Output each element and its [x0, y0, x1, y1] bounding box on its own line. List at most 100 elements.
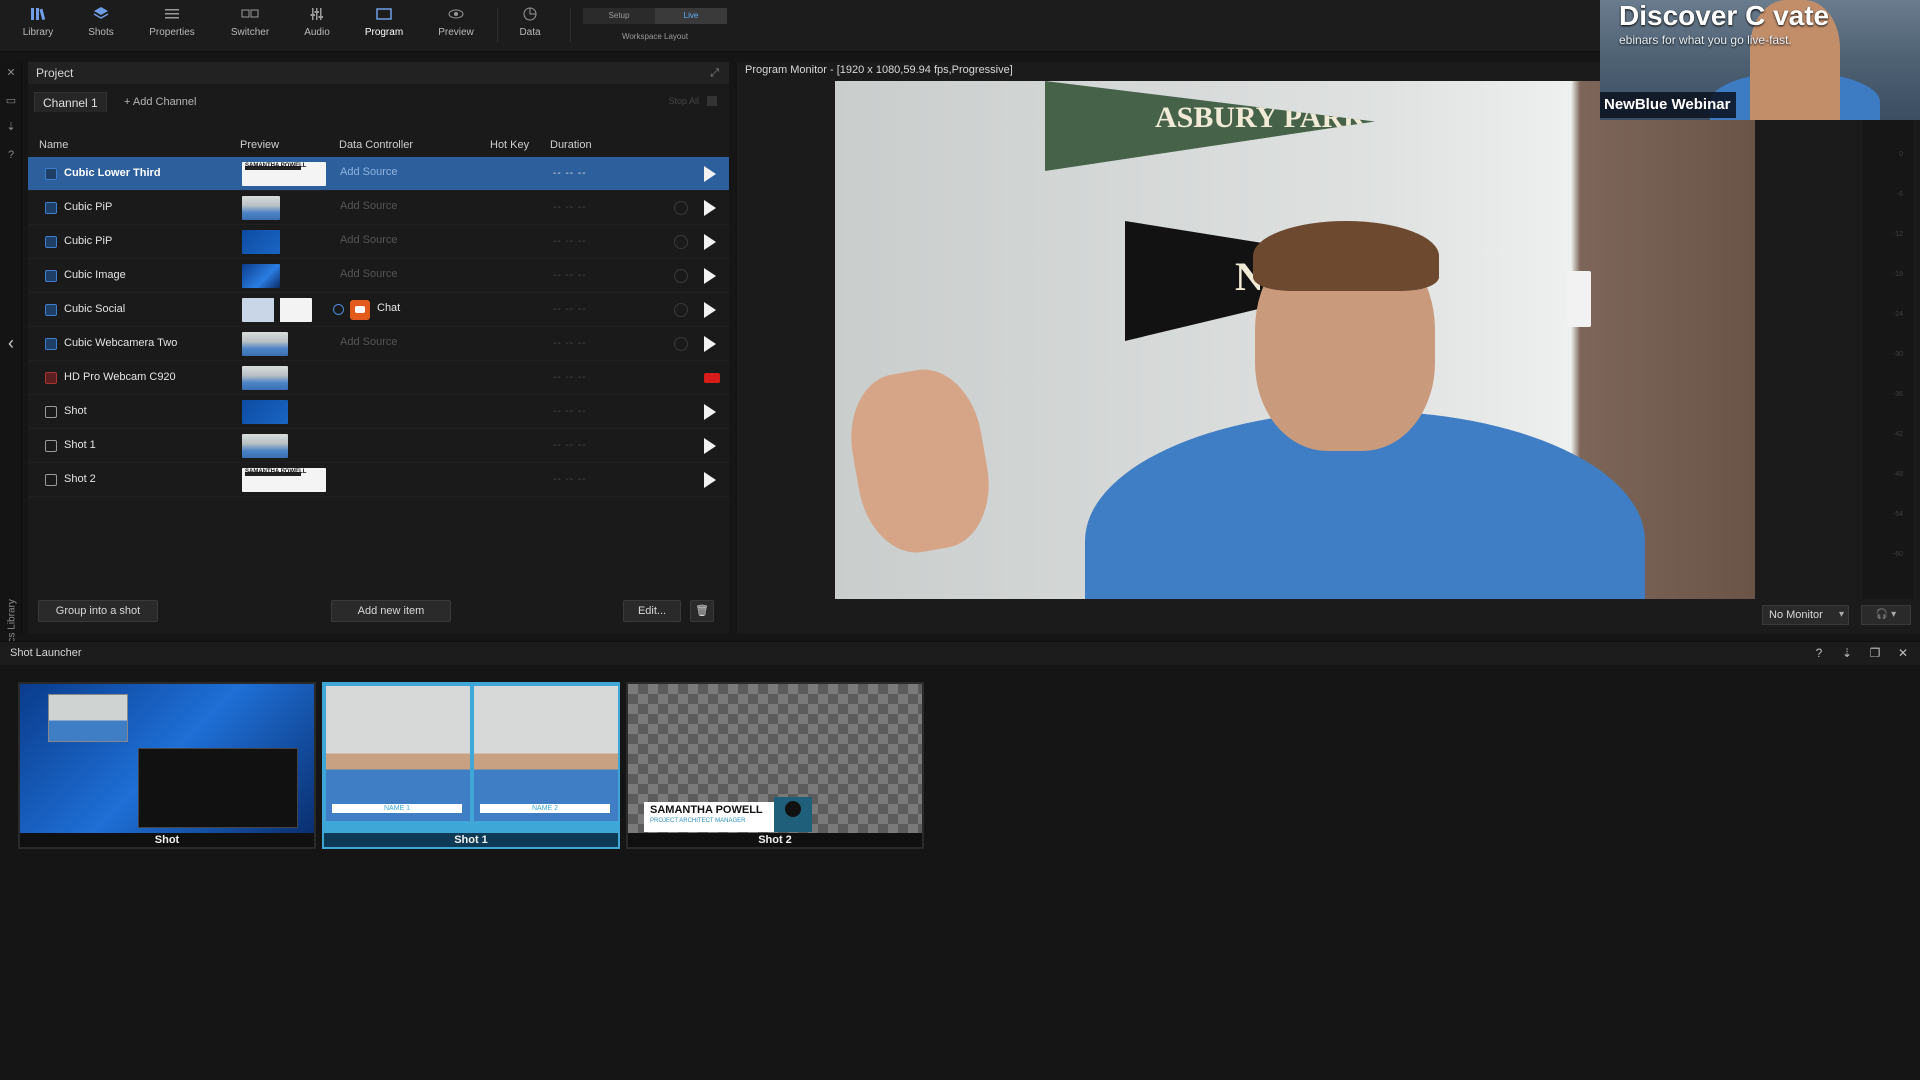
- item-preview-thumbnail: SAMANTHA POWELL: [242, 468, 326, 492]
- play-icon[interactable]: [704, 268, 716, 284]
- shot-card[interactable]: Shot: [18, 682, 316, 849]
- avatar: [774, 797, 812, 832]
- item-preview-thumbnail: [242, 298, 312, 322]
- item-preview-thumbnail: [242, 196, 280, 220]
- pin-icon[interactable]: ⇣: [4, 120, 18, 134]
- pin-icon[interactable]: ⤢: [710, 62, 719, 84]
- item-duration: -- -- --: [553, 304, 587, 315]
- play-icon[interactable]: [704, 166, 716, 182]
- table-row[interactable]: Cubic Webcamera Two Add Source -- -- --: [28, 327, 729, 361]
- table-row[interactable]: Shot 2 SAMANTHA POWELL -- -- --: [28, 463, 729, 497]
- play-icon[interactable]: [704, 302, 716, 318]
- table-row[interactable]: Cubic PiP Add Source -- -- --: [28, 191, 729, 225]
- shot-checkbox[interactable]: [45, 440, 57, 452]
- preview-name-text: SAMANTHA POWELL: [245, 469, 307, 475]
- properties-icon: [165, 9, 179, 19]
- shot-checkbox[interactable]: [45, 406, 57, 418]
- data-icon: [523, 7, 537, 21]
- table-row[interactable]: Cubic Social Chat -- -- --: [28, 293, 729, 327]
- shot-card[interactable]: NAME 1 NAME 2 Shot 1: [322, 682, 620, 849]
- library-icon: [31, 8, 46, 21]
- add-channel-button[interactable]: + Add Channel: [124, 96, 196, 108]
- toolbar-shots-button[interactable]: Shots: [66, 5, 136, 38]
- item-duration: -- -- --: [553, 236, 587, 247]
- live-camera-icon[interactable]: [704, 373, 720, 383]
- toolbar-program-button[interactable]: Program: [349, 5, 419, 38]
- toolbar-properties-button[interactable]: Properties: [137, 5, 207, 38]
- group-into-shot-button[interactable]: Group into a shot: [38, 600, 158, 622]
- toolbar-audio-button[interactable]: Audio: [282, 5, 352, 38]
- pin-icon[interactable]: ⇣: [1840, 646, 1854, 660]
- item-preview-thumbnail: [242, 434, 288, 458]
- delete-button[interactable]: 🗑: [690, 600, 714, 622]
- toolbar-preview-button[interactable]: Preview: [421, 5, 491, 38]
- add-new-item-button[interactable]: Add new item: [331, 600, 451, 622]
- close-icon[interactable]: ✕: [4, 66, 18, 80]
- left-rail: ✕ ▭ ⇣ ? ‹ Graphics Library: [0, 62, 22, 673]
- meter-tick: -12: [1892, 231, 1903, 238]
- webinar-camera-overlay: Discover C vate ebinars for what you go …: [1600, 0, 1920, 120]
- item-name: Shot: [64, 405, 87, 417]
- play-icon[interactable]: [704, 404, 716, 420]
- layout-live-option[interactable]: Live: [655, 8, 727, 24]
- play-icon[interactable]: [704, 438, 716, 454]
- restore-window-icon[interactable]: ❐: [1868, 646, 1882, 660]
- item-preview-thumbnail: [242, 400, 288, 424]
- chevron-left-icon[interactable]: ‹: [4, 334, 18, 352]
- headphone-select[interactable]: 🎧 ▾: [1861, 605, 1911, 625]
- play-icon[interactable]: [704, 234, 716, 250]
- toolbar-data-button[interactable]: Data: [495, 5, 565, 38]
- thumbnail-app-window: [138, 748, 298, 828]
- column-header-hot-key[interactable]: Hot Key: [490, 139, 529, 151]
- stop-all-button[interactable]: [707, 96, 717, 106]
- headphone-icon: 🎧 ▾: [1875, 609, 1897, 620]
- column-header-duration[interactable]: Duration: [550, 139, 592, 151]
- column-header-name[interactable]: Name: [39, 139, 68, 151]
- toolbar-shots-label: Shots: [88, 27, 114, 38]
- toolbar-audio-label: Audio: [304, 27, 330, 38]
- add-source-button[interactable]: Add Source: [340, 336, 397, 348]
- table-row[interactable]: Shot -- -- --: [28, 395, 729, 429]
- shot-card[interactable]: SAMANTHA POWELL PROJECT ARCHITECT MANAGE…: [626, 682, 924, 849]
- toolbar-preview-label: Preview: [438, 27, 474, 38]
- shot-launcher-title: Shot Launcher: [10, 647, 82, 659]
- item-preview-thumbnail: [242, 264, 280, 288]
- project-item-list: Cubic Lower Third SAMANTHA POWELL Add So…: [28, 157, 729, 497]
- play-icon[interactable]: [704, 200, 716, 216]
- data-source-label[interactable]: Chat: [377, 302, 400, 314]
- shot-launcher-header: Shot Launcher ? ⇣ ❐ ✕: [0, 641, 1920, 665]
- toolbar-switcher-button[interactable]: Switcher: [215, 5, 285, 38]
- add-source-button[interactable]: Add Source: [340, 200, 397, 212]
- project-panel-buttons: Group into a shot Add new item Edit... 🗑: [28, 600, 729, 626]
- add-source-button[interactable]: Add Source: [340, 234, 397, 246]
- layout-setup-option[interactable]: Setup: [583, 8, 655, 24]
- shot-checkbox[interactable]: [45, 474, 57, 486]
- table-row[interactable]: Shot 1 -- -- --: [28, 429, 729, 463]
- table-row[interactable]: Cubic Image Add Source -- -- --: [28, 259, 729, 293]
- table-row[interactable]: HD Pro Webcam C920 -- -- --: [28, 361, 729, 395]
- close-icon[interactable]: ✕: [1896, 646, 1910, 660]
- add-source-button[interactable]: Add Source: [340, 166, 397, 178]
- column-header-data-controller[interactable]: Data Controller: [339, 139, 413, 151]
- meter-tick: 0: [1899, 151, 1903, 158]
- program-icon: [376, 8, 392, 20]
- play-icon[interactable]: [704, 472, 716, 488]
- window-icon[interactable]: ▭: [4, 94, 18, 108]
- table-row[interactable]: Cubic PiP Add Source -- -- --: [28, 225, 729, 259]
- table-row[interactable]: Cubic Lower Third SAMANTHA POWELL Add So…: [28, 157, 729, 191]
- toolbar-library-button[interactable]: Library: [3, 5, 73, 38]
- workspace-layout-toggle[interactable]: Setup Live: [583, 8, 727, 24]
- tab-channel-1[interactable]: Channel 1: [34, 92, 107, 112]
- status-check-icon: [674, 201, 688, 215]
- edit-button[interactable]: Edit...: [623, 600, 681, 622]
- audio-icon: [310, 8, 323, 20]
- play-icon[interactable]: [704, 336, 716, 352]
- camera-source-icon: [45, 372, 57, 384]
- help-icon[interactable]: ?: [4, 148, 18, 162]
- help-icon[interactable]: ?: [1812, 646, 1826, 660]
- status-check-icon: [674, 337, 688, 351]
- add-source-button[interactable]: Add Source: [340, 268, 397, 280]
- chat-icon: [350, 300, 370, 320]
- monitor-output-select[interactable]: No Monitor: [1762, 605, 1849, 625]
- column-header-preview[interactable]: Preview: [240, 139, 279, 151]
